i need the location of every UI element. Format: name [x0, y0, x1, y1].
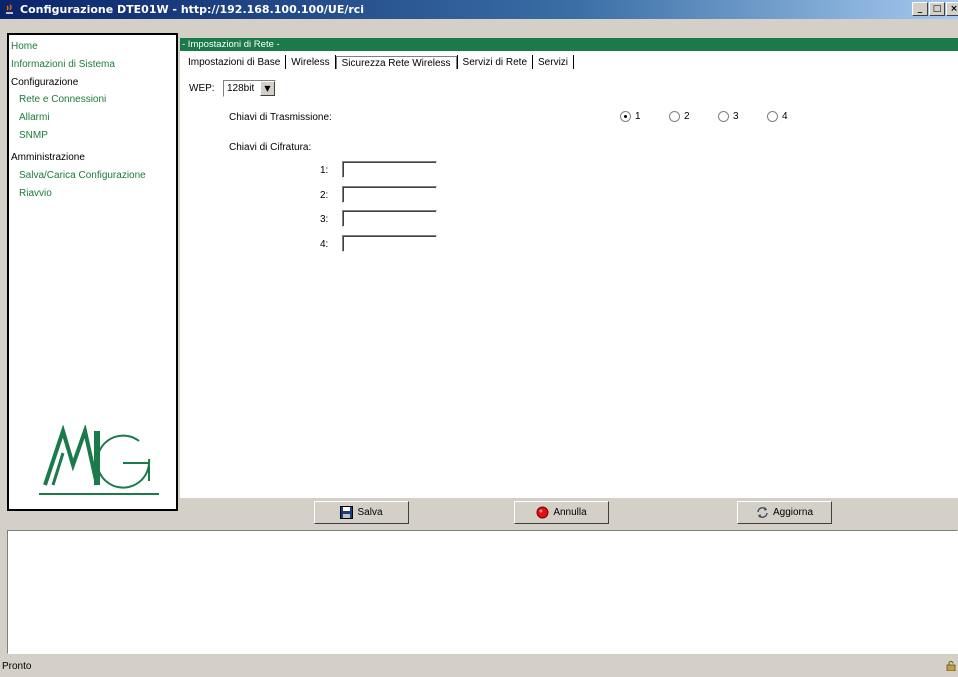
sidebar-item-alarms[interactable]: Allarmi — [19, 112, 50, 123]
cipher-key-3-input[interactable] — [342, 210, 437, 227]
tab-services[interactable]: Servizi — [533, 57, 573, 68]
minimize-icon: _ — [917, 3, 923, 14]
cipher-key-4-label: 4: — [320, 239, 329, 250]
sidebar-item-snmp[interactable]: SNMP — [19, 130, 48, 141]
floppy-disk-icon — [340, 506, 354, 519]
sidebar-item-save-load-config[interactable]: Salva/Carica Configurazione — [19, 170, 146, 181]
tx-key-radio-label: 4 — [782, 111, 788, 122]
refresh-button-label: Aggiorna — [772, 507, 814, 518]
maximize-button[interactable]: □ — [929, 2, 945, 16]
company-logo — [39, 425, 159, 495]
radio-unchecked-icon — [718, 111, 729, 122]
tx-key-radio-label: 2 — [684, 111, 690, 122]
java-coffee-icon — [6, 4, 13, 14]
refresh-button[interactable]: Aggiorna — [737, 501, 832, 524]
cancel-button-label: Annulla — [553, 507, 587, 518]
tx-key-radio-label: 1 — [635, 111, 641, 122]
tx-key-radio-2[interactable]: 2 — [669, 111, 690, 122]
status-bar: Pronto — [0, 656, 958, 677]
tab-network-services[interactable]: Servizi di Rete — [458, 57, 532, 68]
wep-select-value: 128bit — [227, 83, 255, 94]
action-bar: Salva Annulla Aggiorna — [180, 497, 958, 527]
tx-key-radio-label: 3 — [733, 111, 739, 122]
tx-key-radio-3[interactable]: 3 — [718, 111, 739, 122]
tx-keys-label: Chiavi di Trasmissione: — [229, 112, 332, 123]
tab-bar: Impostazioni di Base Wireless Sicurezza … — [180, 54, 575, 70]
radio-checked-icon — [620, 111, 631, 122]
window-frame-left — [0, 19, 7, 656]
minimize-button[interactable]: _ — [912, 2, 928, 16]
tx-key-radio-1[interactable]: 1 — [620, 111, 641, 122]
cipher-key-2-input[interactable] — [342, 186, 437, 203]
tab-separator — [573, 55, 575, 69]
tab-basic-settings[interactable]: Impostazioni di Base — [180, 57, 285, 68]
cancel-button[interactable]: Annulla — [514, 501, 609, 524]
tab-wireless-security[interactable]: Sicurezza Rete Wireless — [335, 55, 457, 69]
status-text: Pronto — [2, 661, 32, 672]
sidebar-item-reboot[interactable]: Riavvio — [19, 188, 52, 199]
window-frame-top — [0, 19, 958, 33]
window-title-bar: Configurazione DTE01W - http://192.168.1… — [0, 0, 958, 19]
log-panel[interactable] — [7, 530, 958, 654]
cipher-key-4-input[interactable] — [342, 235, 437, 252]
cipher-keys-label: Chiavi di Cifratura: — [229, 142, 312, 153]
sidebar-item-system-info[interactable]: Informazioni di Sistema — [11, 59, 115, 70]
save-button[interactable]: Salva — [314, 501, 409, 524]
tab-wireless[interactable]: Wireless — [286, 57, 334, 68]
cipher-key-1-input[interactable] — [342, 161, 437, 178]
close-button[interactable]: × — [946, 2, 958, 16]
window-controls: _ □ × — [912, 2, 958, 16]
maximize-icon: □ — [932, 3, 942, 14]
sidebar: Home Informazioni di Sistema Configurazi… — [7, 33, 178, 511]
chevron-down-icon[interactable]: ▼ — [260, 81, 275, 96]
cipher-key-2-label: 2: — [320, 190, 329, 201]
main-content: Impostazioni di Base Wireless Sicurezza … — [180, 51, 958, 497]
stop-icon — [536, 506, 549, 519]
tx-key-radio-4[interactable]: 4 — [767, 111, 788, 122]
wep-label: WEP: — [189, 83, 215, 94]
save-button-label: Salva — [357, 507, 383, 518]
lock-icon — [946, 661, 956, 671]
radio-unchecked-icon — [669, 111, 680, 122]
cipher-key-1-label: 1: — [320, 165, 329, 176]
wep-select[interactable]: 128bit ▼ — [223, 80, 276, 97]
sidebar-item-home[interactable]: Home — [11, 41, 38, 52]
section-header: - Impostazioni di Rete - — [180, 38, 958, 51]
radio-unchecked-icon — [767, 111, 778, 122]
sidebar-item-network[interactable]: Rete e Connessioni — [19, 94, 106, 105]
window-title: Configurazione DTE01W - http://192.168.1… — [20, 3, 365, 16]
sidebar-heading-administration: Amministrazione — [11, 152, 85, 163]
cipher-key-3-label: 3: — [320, 214, 329, 225]
close-icon: × — [950, 3, 958, 14]
refresh-icon — [757, 507, 768, 518]
sidebar-heading-configuration: Configurazione — [11, 77, 79, 88]
